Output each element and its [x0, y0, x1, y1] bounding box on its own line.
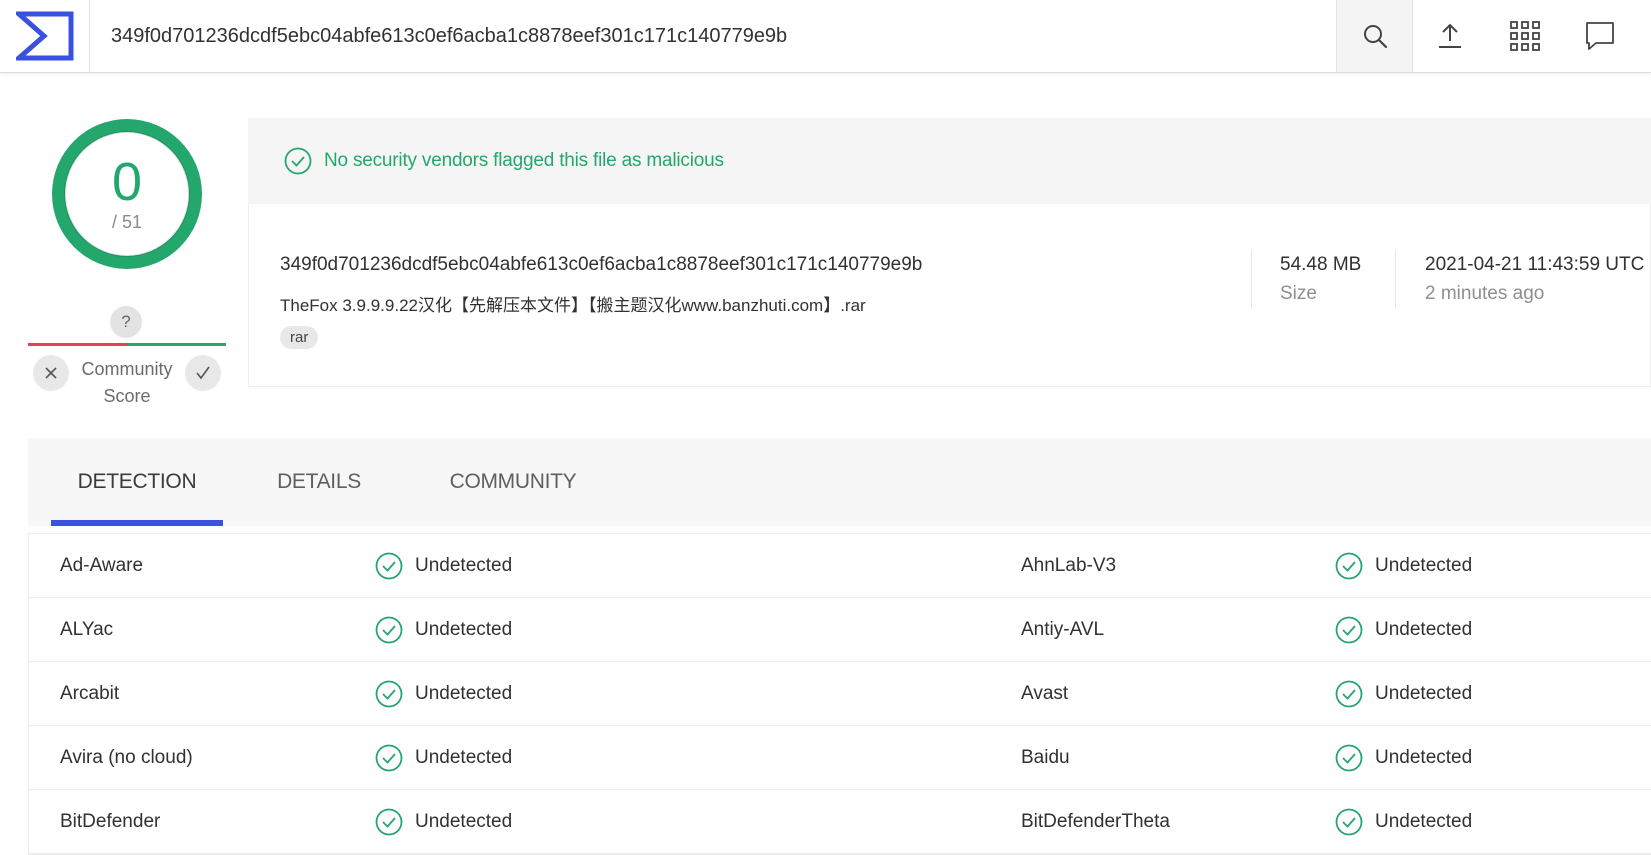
table-row: Ad-Aware Undetected AhnLab-V3 Undetected	[29, 534, 1651, 598]
verdict-text: No security vendors flagged this file as…	[324, 150, 724, 171]
apps-grid-icon	[1510, 21, 1540, 51]
search-button[interactable]	[1336, 0, 1413, 72]
score-total: / 51	[111, 212, 143, 232]
detection-score: 0 / 51	[52, 119, 202, 269]
tab-details[interactable]: DETAILS	[243, 438, 395, 526]
vote-harmless-button[interactable]	[185, 355, 221, 391]
result-label: Undetected	[1375, 555, 1473, 576]
table-row: ALYac Undetected Antiy-AVL Undetected	[29, 598, 1651, 662]
close-icon	[45, 367, 57, 379]
result-label: Undetected	[415, 555, 513, 576]
vendor-name: BitDefenderTheta	[1021, 811, 1170, 832]
file-summary-card: 349f0d701236dcdf5ebc04abfe613c0ef6acba1c…	[248, 204, 1651, 387]
check-circle-icon	[284, 147, 312, 175]
vendor-name: Antiy-AVL	[1021, 619, 1105, 640]
logo-icon[interactable]	[0, 0, 90, 72]
verdict-banner: No security vendors flagged this file as…	[248, 118, 1651, 204]
result-label: Undetected	[415, 619, 513, 640]
check-circle-icon	[375, 680, 403, 708]
check-circle-icon	[1335, 744, 1363, 772]
file-size-value: 54.48 MB	[1280, 254, 1362, 275]
check-circle-icon	[1335, 808, 1363, 836]
file-tag[interactable]: rar	[280, 326, 319, 349]
vote-harmful-button[interactable]	[33, 355, 69, 391]
check-circle-icon	[375, 808, 403, 836]
chat-icon	[1586, 22, 1614, 50]
community-score-label: Community Score	[81, 359, 173, 406]
result-label: Undetected	[415, 811, 513, 832]
check-circle-icon	[1335, 680, 1363, 708]
community-negative-bar	[28, 343, 127, 346]
top-bar	[0, 0, 1651, 73]
vendor-name: ALYac	[60, 619, 114, 640]
file-hash: 349f0d701236dcdf5ebc04abfe613c0ef6acba1c…	[280, 254, 923, 275]
detections-table: Ad-Aware Undetected AhnLab-V3 Undetected ALY…	[28, 533, 1651, 855]
vendor-name: Arcabit	[60, 683, 120, 704]
check-circle-icon	[1335, 552, 1363, 580]
community-positive-bar	[127, 343, 226, 346]
result-label: Undetected	[1375, 683, 1473, 704]
table-row: Arcabit Undetected Avast Undetected	[29, 662, 1651, 726]
tab-community[interactable]: COMMUNITY	[413, 438, 613, 526]
detection-result: Undetected	[1335, 790, 1472, 854]
apps-button[interactable]	[1489, 0, 1561, 72]
chat-button[interactable]	[1564, 0, 1636, 72]
vendor-name: AhnLab-V3	[1021, 555, 1117, 576]
scan-date-relative: 2 minutes ago	[1425, 283, 1545, 304]
detection-result: Undetected	[1335, 662, 1472, 726]
divider	[1251, 250, 1252, 308]
vendor-name: Avast	[1021, 683, 1069, 704]
check-circle-icon	[1335, 616, 1363, 644]
table-row: Avira (no cloud) Undetected Baidu Undetecte…	[29, 726, 1651, 790]
result-label: Undetected	[1375, 619, 1473, 640]
detection-result: Undetected	[375, 598, 512, 662]
check-circle-icon	[375, 552, 403, 580]
result-label: Undetected	[1375, 811, 1473, 832]
result-label: Undetected	[1375, 747, 1473, 768]
detection-result: Undetected	[375, 790, 512, 854]
check-icon	[196, 366, 210, 380]
community-score-value: ?	[110, 306, 142, 338]
search-input[interactable]	[91, 0, 1336, 72]
detection-result: Undetected	[1335, 726, 1472, 790]
tab-detection[interactable]: DETECTION	[51, 438, 223, 526]
vendor-name: Baidu	[1021, 747, 1070, 768]
detection-result: Undetected	[375, 662, 512, 726]
detection-result: Undetected	[375, 534, 512, 598]
vendor-name: Ad-Aware	[60, 555, 144, 576]
result-label: Undetected	[415, 683, 513, 704]
file-name: TheFox 3.9.9.9.22汉化【先解压本文件】【搬主题汉化www.ban…	[280, 296, 866, 315]
detection-result: Undetected	[1335, 598, 1472, 662]
scan-date-value: 2021-04-21 11:43:59 UTC	[1425, 254, 1645, 275]
upload-icon	[1439, 23, 1461, 48]
table-row: BitDefender Undetected BitDefenderTheta Und…	[29, 790, 1651, 854]
score-detections: 0	[111, 152, 143, 212]
divider	[1395, 250, 1396, 308]
result-label: Undetected	[415, 747, 513, 768]
vendor-name: Avira (no cloud)	[60, 747, 193, 768]
check-circle-icon	[375, 744, 403, 772]
detection-result: Undetected	[375, 726, 512, 790]
vendor-name: BitDefender	[60, 811, 161, 832]
file-size-label: Size	[1280, 283, 1317, 304]
upload-button[interactable]	[1414, 0, 1486, 72]
check-circle-icon	[375, 616, 403, 644]
tab-bar: DETECTION DETAILS COMMUNITY	[28, 438, 1651, 526]
detection-result: Undetected	[1335, 534, 1472, 598]
search-icon	[1363, 25, 1387, 49]
